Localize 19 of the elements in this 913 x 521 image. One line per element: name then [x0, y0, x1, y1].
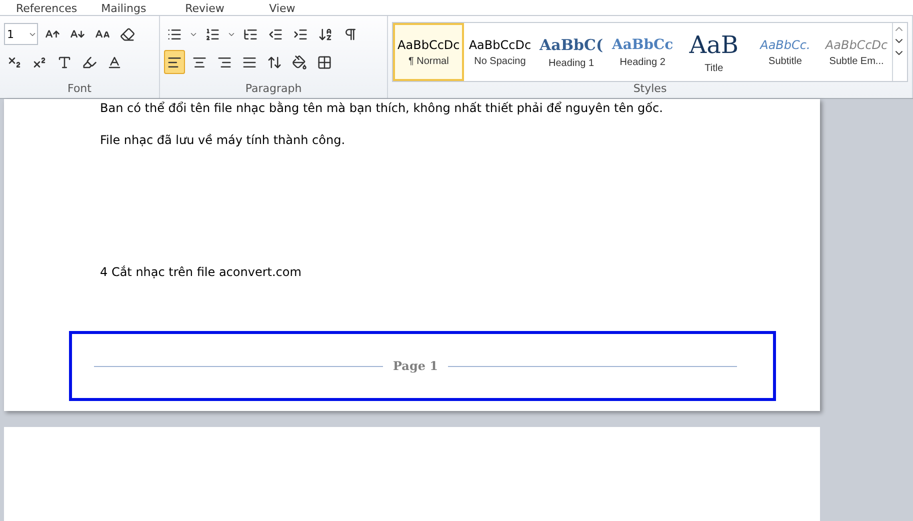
- align-icon: [192, 54, 207, 70]
- ribbon-tab[interactable]: View: [257, 0, 342, 15]
- align-icon: [242, 54, 257, 70]
- align-button[interactable]: [164, 50, 185, 74]
- ribbon-tab[interactable]: Mailings: [89, 0, 174, 15]
- ribbon-tab[interactable]: References: [4, 0, 90, 15]
- style-option[interactable]: AaBbCcDc ¶ Normal: [393, 23, 464, 81]
- font-size-value: 1: [7, 28, 14, 40]
- group-label: Font: [66, 82, 92, 97]
- align-icon: [217, 54, 232, 70]
- font-size-field[interactable]: 1: [4, 23, 38, 45]
- page-number: Page 1: [392, 359, 438, 373]
- group-label: Styles: [632, 82, 668, 97]
- ribbon-tab[interactable]: Review: [173, 0, 258, 15]
- body-text: 4 Cắt nhạc trên file aconvert.com: [100, 265, 302, 279]
- group-label: Paragraph: [244, 82, 303, 97]
- body-text: File nhạc đã lưu về máy tính thành công.: [100, 133, 346, 147]
- body-text: Ban có thể đổi tên file nhạc bằng tên mà bạn thích, không nhất thiết phải để nguyên tên gốc.: [100, 101, 664, 115]
- align-icon: [167, 54, 182, 70]
